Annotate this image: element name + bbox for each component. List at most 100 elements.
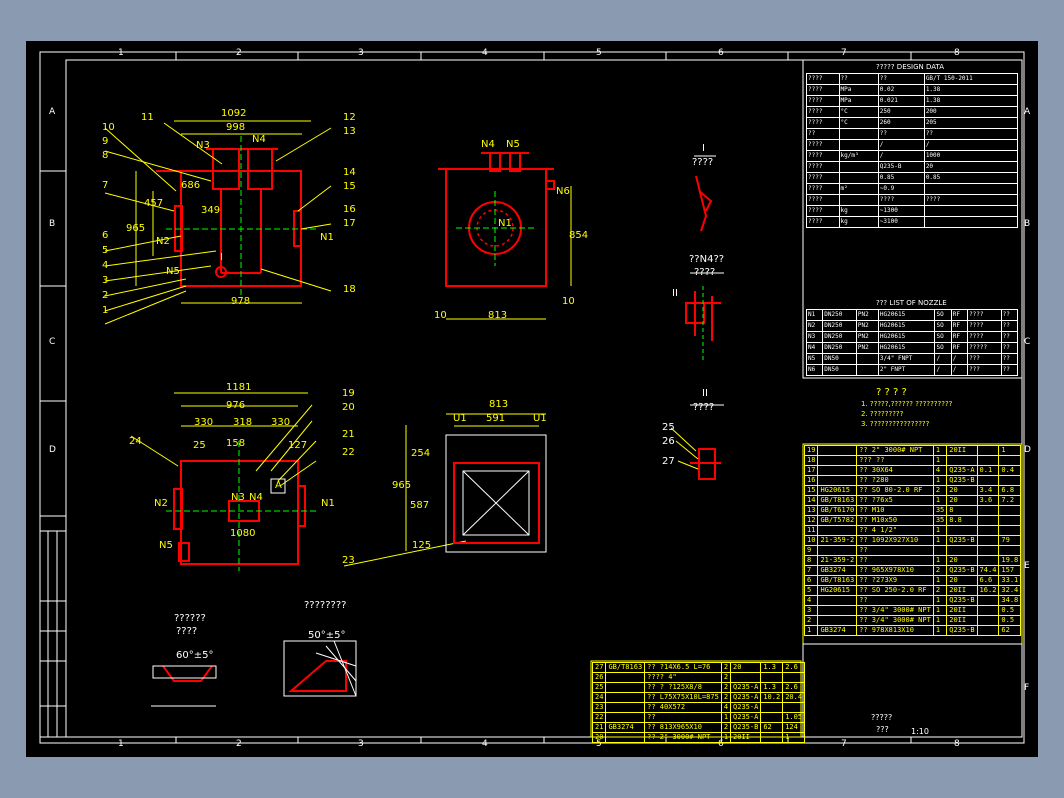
grid-col-6: 6 — [718, 48, 724, 58]
callout-27: 27 — [662, 456, 675, 467]
table-cell — [976, 515, 1000, 526]
notes-item-1: 1. ?????,?????? ?????????? — [861, 400, 953, 408]
table-cell: / — [950, 364, 969, 376]
table-cell: 1 — [932, 475, 948, 486]
parts-row: 5 HG20615?? SO 250-2.0 RF 2 20II 16.2 32.4 — [803, 585, 1022, 596]
table-cell: 1 — [803, 625, 819, 636]
table-cell: 20 — [591, 732, 607, 743]
title-block-name: ????? — [871, 713, 893, 722]
table-cell: 79 — [998, 535, 1022, 546]
table-cell: ?? — [838, 73, 879, 85]
table-cell: 1 — [932, 445, 948, 456]
table-cell — [817, 465, 858, 476]
table-cell: 1 — [932, 615, 948, 626]
table-cell: ?? — [1000, 353, 1019, 365]
dim-978: 978 — [231, 296, 251, 307]
parts-list-right: 19?? 2" 3000# NPT 1 20II 1 18??? ?? 1 17?? 30X… — [803, 445, 1022, 636]
table-cell: 124 — [782, 722, 806, 733]
table-cell: 8 — [946, 505, 978, 516]
detail2-title: ??N4?? — [689, 254, 725, 265]
table-cell: Q235-B — [946, 535, 978, 546]
table-cell: 1.3 — [760, 662, 784, 673]
weld2-title: ???????? — [304, 600, 347, 611]
table-cell: 1000 — [923, 150, 1019, 162]
table-cell: 1 — [932, 625, 948, 636]
table-cell: GB/T8163 — [605, 662, 646, 673]
table-cell — [932, 545, 948, 556]
table-cell: 2 — [932, 485, 948, 496]
table-cell — [923, 205, 1019, 217]
table-cell — [998, 545, 1022, 556]
table-cell: ?? 3/4" 3000# NPT — [856, 615, 934, 626]
grid-row-f-right: F — [1024, 683, 1030, 693]
table-cell: SO — [934, 320, 952, 332]
table-cell: SO — [934, 342, 952, 354]
table-cell: ???? — [923, 194, 1019, 206]
table-cell: ?? 4 1/2" — [856, 525, 934, 536]
table-cell: ???? — [806, 106, 840, 118]
parts-row: 20?? 2" 3000# NPT 1 20II 1 — [591, 732, 806, 743]
table-cell: ???? — [806, 172, 840, 184]
table-cell — [782, 672, 806, 683]
parts-row: 7 GB3274?? 965X978X10 2 Q235-B 74.4 157 — [803, 565, 1022, 576]
design-data-row: ???? °C 250 200 — [806, 106, 1019, 118]
table-cell: GB/T 150-2011 — [923, 73, 1019, 85]
parts-row: 23 ?? 40X572 4 Q235-A — [591, 702, 806, 713]
table-cell: 20 — [923, 161, 1019, 173]
table-cell: ~3100 — [877, 216, 925, 228]
table-cell — [976, 615, 1000, 626]
grid-row-c-right: C — [1024, 337, 1031, 347]
table-cell: Q235-A — [730, 692, 762, 703]
table-cell — [998, 515, 1022, 526]
table-cell — [605, 712, 646, 723]
top-dim-976: 976 — [226, 400, 246, 411]
parts-list-bottom: 27 GB/T8163?? ?14X6.5 L=76 2 20 1.3 2.6 26????… — [591, 662, 806, 743]
table-cell — [976, 455, 1000, 466]
callout-24: 24 — [129, 436, 142, 447]
table-cell: 20 — [946, 495, 978, 506]
design-data-row: ?????? — [806, 128, 1019, 140]
table-cell — [760, 702, 784, 713]
dim-457: 457 — [144, 198, 164, 209]
table-cell: ???? — [967, 309, 1002, 321]
table-cell: 1 — [932, 495, 948, 506]
table-cell: 2 — [803, 615, 819, 626]
parts-row: 21 GB3274?? 813X965X10 2 Q235-B 62 124 — [591, 722, 806, 733]
table-cell: 19 — [803, 445, 819, 456]
table-cell: 20 — [946, 555, 978, 566]
table-cell: 1.38 — [923, 84, 1019, 96]
top-nozzle-n3: N3 — [231, 492, 245, 503]
design-data-row: ???? Q235-B 20 — [806, 161, 1019, 173]
table-cell: 1 — [720, 712, 732, 723]
table-cell — [760, 672, 784, 683]
nozzle-row: N6 DN50 2" FNPT / /????? — [805, 364, 1019, 376]
table-cell: Q235-B — [946, 475, 978, 486]
table-cell: 19.8 — [998, 555, 1022, 566]
table-cell — [946, 525, 978, 536]
table-cell: Q235-B — [730, 722, 762, 733]
table-cell — [817, 525, 858, 536]
table-cell: RF — [950, 320, 969, 332]
table-cell: 62 — [760, 722, 784, 733]
table-cell: ???? — [806, 183, 840, 195]
callout-7: 7 — [102, 180, 109, 191]
hatch-dim-965: 965 — [392, 480, 412, 491]
table-cell: PN2 — [855, 320, 879, 332]
callout-1: 1 — [102, 305, 109, 316]
title-block-sub: ??? — [876, 725, 889, 734]
table-cell: ?? 978X813X10 — [856, 625, 934, 636]
table-cell: ?? 40X572 — [644, 702, 722, 713]
table-cell — [730, 672, 762, 683]
table-cell: / — [950, 353, 969, 365]
top-nozzle-n2: N2 — [154, 498, 168, 509]
table-cell: ?? ?14X6.5 L=76 — [644, 662, 722, 673]
table-cell — [976, 505, 1000, 516]
table-cell: 157 — [998, 565, 1022, 576]
table-cell — [838, 194, 879, 206]
table-cell: / — [934, 364, 952, 376]
table-cell: kg — [838, 216, 879, 228]
table-cell: 3 — [803, 605, 819, 616]
grid-col-1: 1 — [118, 48, 124, 58]
detail1-title: I — [702, 143, 705, 154]
callout-23: 23 — [342, 555, 355, 566]
